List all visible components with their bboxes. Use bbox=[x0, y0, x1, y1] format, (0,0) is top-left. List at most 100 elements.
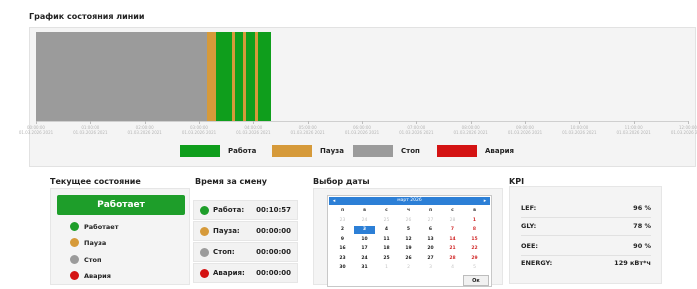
calendar-day[interactable]: 10 bbox=[354, 236, 375, 244]
calendar-day[interactable]: 3 bbox=[354, 226, 375, 234]
red-dot-icon bbox=[200, 268, 209, 278]
state-legend-work-label: Работает bbox=[84, 222, 119, 231]
shift-row-stop: Стоп: 00:00:00 bbox=[193, 242, 298, 262]
calendar-day[interactable]: 27 bbox=[420, 255, 441, 263]
state-segment-work bbox=[215, 32, 232, 121]
kpi-value-oee: 90 % bbox=[633, 242, 651, 250]
kpi-row-gly: GLY: 78 % bbox=[521, 217, 651, 236]
orange-dot-icon bbox=[70, 238, 79, 247]
calendar-day[interactable]: 6 bbox=[420, 226, 441, 234]
shift-label-work: Работа: bbox=[213, 206, 245, 214]
calendar-day[interactable]: 23 bbox=[332, 255, 353, 263]
calendar-day[interactable]: 22 bbox=[464, 245, 485, 253]
state-legend-alarm-label: Авария bbox=[84, 271, 111, 280]
kpi-label-gly: GLY: bbox=[521, 222, 537, 230]
x-tick-label: 02:00:00 01.03.2026 2021 bbox=[127, 125, 162, 135]
chart-plot-area bbox=[36, 32, 688, 121]
calendar-day[interactable]: 25 bbox=[376, 255, 397, 263]
state-legend-pause: Пауза bbox=[70, 238, 106, 247]
state-segment-work bbox=[257, 32, 272, 121]
x-tick-mark bbox=[688, 121, 689, 124]
x-tick-mark bbox=[90, 121, 92, 124]
kpi-row-energy: ENERGY: 129 кВт*ч bbox=[521, 254, 651, 272]
state-segment-pause bbox=[207, 32, 216, 121]
x-tick-label: 00:00:00 01.03.2026 2021 bbox=[18, 125, 54, 135]
calendar-header: ◂ март 2026 ▸ bbox=[329, 197, 490, 205]
calendar-day[interactable]: 5 bbox=[398, 226, 419, 234]
state-segment-work bbox=[245, 32, 256, 121]
x-tick-mark bbox=[362, 121, 363, 124]
legend-swatch-alarm bbox=[437, 145, 477, 157]
calendar-day[interactable]: 2 bbox=[332, 226, 353, 234]
kpi-value-energy: 129 кВт*ч bbox=[614, 259, 651, 267]
legend-item-stop: Стоп bbox=[353, 145, 420, 157]
calendar-day[interactable]: 14 bbox=[442, 236, 463, 244]
calendar-day[interactable]: 5 bbox=[464, 264, 485, 272]
x-tick-mark bbox=[144, 121, 146, 124]
x-tick-label: 03:00:00 01.03.2026 2021 bbox=[181, 125, 217, 135]
legend-label-work: Работа bbox=[228, 147, 257, 155]
current-state-indicator: Работает bbox=[57, 195, 185, 215]
calendar-month-label: март 2026 bbox=[397, 198, 422, 203]
green-dot-icon bbox=[200, 205, 209, 215]
x-tick-mark bbox=[579, 121, 581, 124]
state-legend-pause-label: Пауза bbox=[84, 238, 107, 247]
calendar-day[interactable]: 13 bbox=[420, 236, 441, 244]
calendar-day[interactable]: 15 bbox=[464, 236, 485, 244]
ok-button[interactable]: Ок bbox=[463, 275, 489, 286]
calendar-day[interactable]: 1 bbox=[464, 217, 485, 225]
calendar-day[interactable]: 9 bbox=[332, 236, 353, 244]
calendar-day[interactable]: 7 bbox=[442, 226, 463, 234]
x-tick-label: 11:00:00 01.03.2026 2021 bbox=[616, 125, 651, 135]
calendar-day[interactable]: 3 bbox=[420, 264, 441, 272]
current-state-title: Текущее состояние bbox=[50, 177, 141, 186]
shift-row-work: Работа: 00:10:57 bbox=[193, 200, 298, 220]
calendar-day[interactable]: 8 bbox=[464, 226, 485, 234]
calendar-day[interactable]: 19 bbox=[398, 245, 419, 253]
calendar-day[interactable]: 1 bbox=[376, 264, 397, 272]
kpi-label-energy: ENERGY: bbox=[521, 259, 553, 267]
calendar-day[interactable]: 4 bbox=[442, 264, 463, 272]
calendar-day[interactable]: 23 bbox=[332, 217, 353, 225]
x-tick-label: 07:00:00 01.03.2026 2021 bbox=[399, 125, 434, 135]
calendar-day[interactable]: 30 bbox=[332, 264, 353, 272]
calendar-day[interactable]: 18 bbox=[376, 245, 397, 253]
legend-swatch-stop bbox=[353, 145, 393, 157]
legend-item-alarm: Авария bbox=[437, 145, 514, 157]
calendar-day[interactable]: 17 bbox=[354, 245, 375, 253]
calendar[interactable]: ◂ март 2026 ▸ п в с ч п с в 23 24 25 26 27 28 1 2 3 4 5 6 7… bbox=[327, 195, 492, 287]
x-tick-mark bbox=[633, 121, 635, 124]
x-tick-label: 05:00:00 01.03.2026 2021 bbox=[290, 125, 325, 135]
calendar-day[interactable]: 28 bbox=[442, 217, 463, 225]
kpi-value-lef: 96 % bbox=[633, 204, 651, 212]
calendar-day[interactable]: 26 bbox=[398, 255, 419, 263]
calendar-day[interactable]: 24 bbox=[354, 217, 375, 225]
calendar-day[interactable]: 28 bbox=[442, 255, 463, 263]
legend-label-pause: Пауза bbox=[320, 147, 344, 155]
calendar-day[interactable]: 2 bbox=[398, 264, 419, 272]
x-tick-mark bbox=[199, 121, 200, 124]
calendar-day[interactable]: 24 bbox=[354, 255, 375, 263]
kpi-label-oee: OEE: bbox=[521, 242, 539, 250]
shift-time-title: Время за смену bbox=[195, 177, 267, 186]
calendar-day[interactable]: 12 bbox=[398, 236, 419, 244]
calendar-day[interactable]: 25 bbox=[376, 217, 397, 225]
weekday-header: п bbox=[428, 208, 433, 213]
shift-value-alarm: 00:00:00 bbox=[256, 269, 291, 277]
x-tick-label: 06:00:00 01.03.2026 2021 bbox=[344, 125, 380, 135]
calendar-day[interactable]: 4 bbox=[376, 226, 397, 234]
calendar-day[interactable]: 26 bbox=[398, 217, 419, 225]
calendar-day[interactable]: 20 bbox=[420, 245, 441, 253]
next-month-icon[interactable]: ▸ bbox=[481, 197, 489, 205]
legend-item-pause: Пауза bbox=[272, 145, 344, 157]
prev-month-icon[interactable]: ◂ bbox=[330, 197, 338, 205]
calendar-day[interactable]: 29 bbox=[464, 255, 485, 263]
weekday-header: п bbox=[340, 208, 345, 213]
calendar-day[interactable]: 27 bbox=[420, 217, 441, 225]
x-tick-mark bbox=[525, 121, 526, 124]
calendar-day[interactable]: 11 bbox=[376, 236, 397, 244]
calendar-day[interactable]: 31 bbox=[354, 264, 375, 272]
x-tick-mark bbox=[470, 121, 472, 124]
calendar-day[interactable]: 21 bbox=[442, 245, 463, 253]
calendar-day[interactable]: 16 bbox=[332, 245, 353, 253]
